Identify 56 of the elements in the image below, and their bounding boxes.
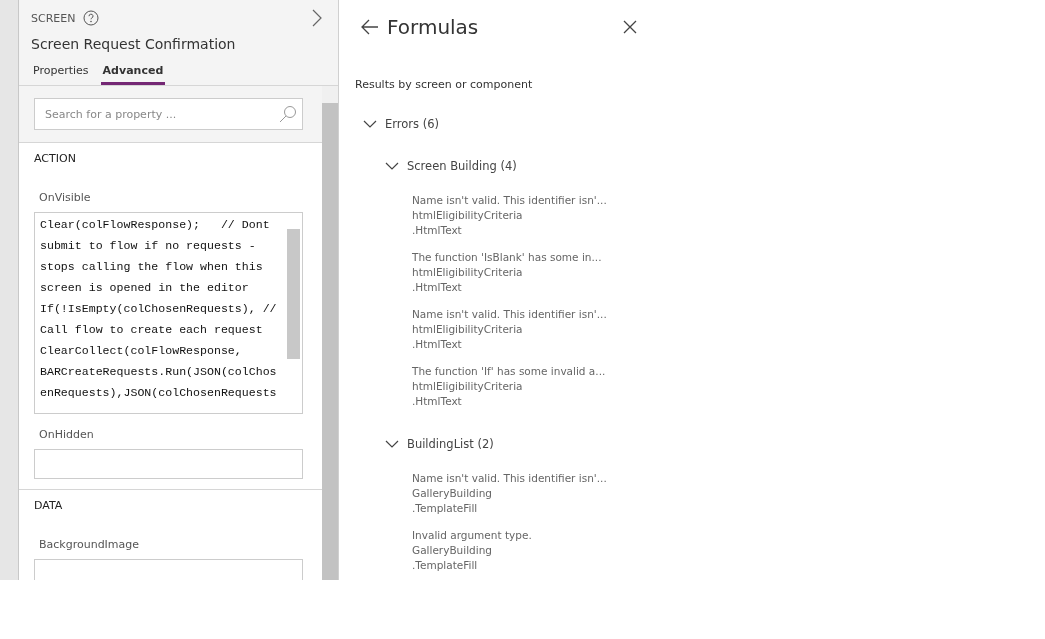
tree-node[interactable]: Errors (6) <box>363 117 1045 131</box>
property-name: .TemplateFill <box>412 501 479 516</box>
control-name: htmlEligibilityCriteria <box>412 265 524 280</box>
code-line: stops calling the flow when this <box>40 259 264 275</box>
property-name: .HtmlText <box>412 280 463 295</box>
scrollbar[interactable] <box>322 86 338 580</box>
error-item[interactable]: The function 'If' has some invalid a... htmlEligibilityCriteria .HtmlText <box>412 364 1045 409</box>
error-item[interactable]: The function 'IsBlank' has some in... htmlEligibilityCriteria .HtmlText <box>412 250 1045 295</box>
code-line: submit to flow if no requests - <box>40 238 257 254</box>
tree-node[interactable]: Screen Building (4) <box>385 159 1045 173</box>
property-name: .HtmlText <box>412 337 463 352</box>
formula-editor[interactable] <box>34 212 303 414</box>
control-name: GalleryBuilding <box>412 486 493 501</box>
error-message: The function 'IsBlank' has some in... <box>412 250 603 265</box>
input-field[interactable] <box>34 449 303 479</box>
code-line: screen is opened in the editor <box>40 280 250 296</box>
code-line: ClearCollect(colFlowResponse, <box>40 343 243 359</box>
control-name: htmlEligibilityCriteria <box>412 322 524 337</box>
property-name: BackgroundImage <box>39 538 141 551</box>
input-field[interactable] <box>34 559 303 580</box>
error-item[interactable]: Name isn't valid. This identifier isn'... htmlEligibilityCriteria .HtmlText <box>412 307 1045 352</box>
control-name: htmlEligibilityCriteria <box>412 379 524 394</box>
error-message: Name isn't valid. This identifier isn'... <box>412 307 608 322</box>
code-line: enRequests),JSON(colChosenRequests <box>40 385 278 401</box>
property-name: .HtmlText <box>412 394 463 409</box>
subtitle: Results by screen or component <box>355 78 534 91</box>
code-line: Call flow to create each request <box>40 322 264 338</box>
section-title: ACTION <box>34 152 77 165</box>
error-item[interactable]: Invalid argument type. GalleryBuilding .TemplateFill <box>412 528 1045 573</box>
error-message: The function 'If' has some invalid a... <box>412 364 607 379</box>
error-message: Invalid argument type. <box>412 528 533 543</box>
tab[interactable]: Properties <box>31 62 91 85</box>
back-arrow-icon[interactable] <box>361 19 379 35</box>
close-icon[interactable] <box>623 20 637 34</box>
error-item[interactable]: Name isn't valid. This identifier isn'... htmlEligibilityCriteria .HtmlText <box>412 193 1045 238</box>
property-name: OnVisible <box>39 191 92 204</box>
property-name: .HtmlText <box>412 223 463 238</box>
section-title: DATA <box>34 499 64 512</box>
error-item[interactable]: Name isn't valid. This identifier isn'... GalleryBuilding .TemplateFill <box>412 471 1045 516</box>
screen-name: Screen Request Confirmation <box>31 36 237 52</box>
code-line: If(!IsEmpty(colChosenRequests), // <box>40 301 278 317</box>
error-message: Name isn't valid. This identifier isn'... <box>412 193 608 208</box>
control-name: GalleryBuilding <box>412 543 493 558</box>
code-line: Clear(colFlowResponse); // Dont <box>40 217 271 233</box>
code-line: BARCreateRequests.Run(JSON(colChos <box>40 364 278 380</box>
panel-title: Formulas <box>387 15 479 39</box>
tree-node[interactable]: BuildingList (2) <box>385 437 1045 451</box>
control-name: htmlEligibilityCriteria <box>412 208 524 223</box>
property-name: .TemplateFill <box>412 558 479 573</box>
search-icon <box>279 105 297 123</box>
section-label: SCREEN <box>31 11 76 25</box>
help-icon[interactable] <box>83 10 100 26</box>
error-message: Name isn't valid. This identifier isn'... <box>412 471 608 486</box>
chevron-right-icon[interactable] <box>312 9 322 27</box>
search-field[interactable]: Search for a property ... <box>34 98 303 130</box>
property-name: OnHidden <box>39 428 95 441</box>
